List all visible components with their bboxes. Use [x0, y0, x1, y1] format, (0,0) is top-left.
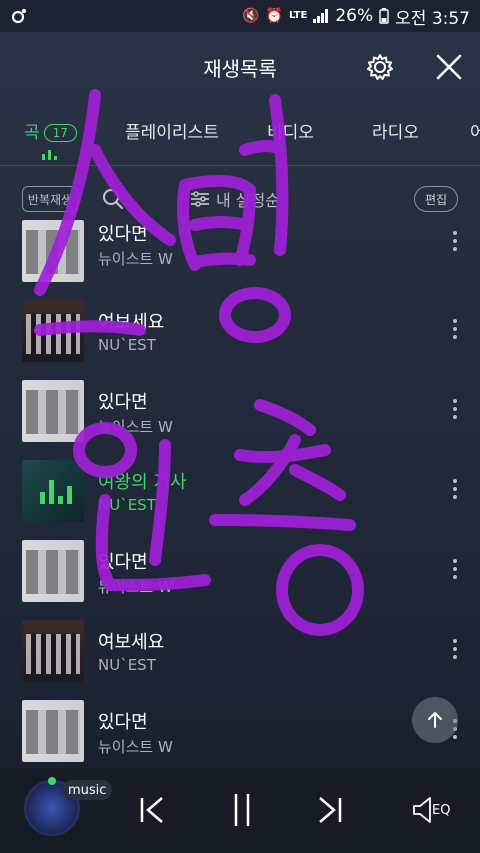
- album-cover: [22, 460, 84, 522]
- status-dot: [48, 777, 56, 785]
- song-title: 있다면: [98, 552, 148, 573]
- list-item-now-playing[interactable]: 여왕의 기사 NU`EST: [0, 450, 480, 530]
- eq-label: EQ: [432, 802, 451, 818]
- list-item[interactable]: 있다면 뉴이스트 W: [0, 370, 480, 450]
- song-artist: NU`EST: [98, 496, 156, 514]
- list-item[interactable]: 여보세요 NU`EST: [0, 290, 480, 370]
- repeat-button[interactable]: 반복재생: [22, 186, 78, 212]
- list-item[interactable]: 있다면 뉴이스트 W: [0, 530, 480, 610]
- song-artist: 뉴이스트 W: [98, 418, 173, 436]
- status-bar: 🔇 ⏰ LTE 26% 오전 3:57: [0, 0, 480, 32]
- speaker-icon: [413, 797, 431, 823]
- more-options-icon[interactable]: [446, 394, 464, 424]
- song-artist: 뉴이스트 W: [98, 738, 173, 756]
- song-artist: 뉴이스트 W: [98, 578, 173, 596]
- mini-player: music EQ: [0, 768, 480, 853]
- playlist-header: 재생목록: [0, 32, 480, 102]
- album-cover: [22, 300, 84, 362]
- song-artist: NU`EST: [98, 656, 156, 674]
- arrow-up-icon: [428, 712, 442, 728]
- playing-bars-icon: [40, 478, 72, 504]
- search-icon[interactable]: [100, 186, 126, 212]
- battery-icon: [379, 8, 389, 24]
- list-item[interactable]: 여보세요 NU`EST: [0, 610, 480, 690]
- song-list: 있다면 뉴이스트 W 여보세요 NU`EST 있다면 뉴이스트 W 여왕의 기사…: [0, 220, 480, 768]
- song-artist: 뉴이스트 W: [98, 250, 173, 268]
- sort-button[interactable]: 내 설정순: [190, 186, 280, 212]
- song-title: 있다면: [98, 712, 148, 733]
- next-track-icon[interactable]: [310, 790, 350, 830]
- more-options-icon[interactable]: [446, 554, 464, 584]
- alarm-icon: ⏰: [265, 8, 283, 24]
- song-title: 여보세요: [98, 312, 165, 333]
- equalizer-button[interactable]: EQ: [412, 790, 462, 830]
- pause-icon[interactable]: [222, 790, 262, 830]
- song-title: 여보세요: [98, 632, 165, 653]
- more-options-icon[interactable]: [446, 634, 464, 664]
- list-item[interactable]: 있다면 뉴이스트 W: [0, 220, 480, 290]
- tab-songs-label: 곡: [24, 123, 40, 143]
- edit-button[interactable]: 편집: [414, 186, 458, 212]
- battery-percent: 26%: [335, 6, 374, 26]
- tab-more[interactable]: 어: [470, 118, 480, 143]
- more-options-icon[interactable]: [446, 474, 464, 504]
- song-title: 여왕의 기사: [98, 472, 187, 493]
- clock: 오전 3:57: [395, 8, 470, 29]
- song-title: 있다면: [98, 392, 148, 413]
- album-cover: [22, 620, 84, 682]
- more-options-icon[interactable]: [446, 314, 464, 344]
- album-cover: [22, 700, 84, 762]
- sort-sliders-icon: [191, 191, 209, 207]
- album-cover: [22, 540, 84, 602]
- music-label: music: [62, 780, 113, 800]
- tab-radio[interactable]: 라디오: [372, 118, 419, 143]
- settings-gear-icon[interactable]: [363, 50, 397, 84]
- song-count-badge: 17: [43, 124, 77, 142]
- signal-icon: [313, 9, 329, 23]
- network-type: LTE: [288, 10, 308, 21]
- album-cover: [22, 220, 84, 282]
- song-title: 있다면: [98, 224, 148, 245]
- tab-songs[interactable]: 곡 17: [24, 118, 77, 143]
- album-cover: [22, 380, 84, 442]
- playlist-tabs: 곡 17 플레이리스트 비디오 라디오 어: [0, 110, 480, 166]
- previous-track-icon[interactable]: [132, 790, 172, 830]
- tab-videos[interactable]: 비디오: [267, 118, 314, 143]
- page-title: 재생목록: [203, 56, 277, 81]
- scroll-to-top-button[interactable]: [412, 697, 458, 743]
- now-playing-indicator-icon: [42, 150, 57, 160]
- app-notification-icon: [11, 9, 26, 24]
- list-toolbar: 반복재생 내 설정순 편집: [0, 180, 480, 220]
- tab-playlists[interactable]: 플레이리스트: [125, 118, 219, 143]
- more-options-icon[interactable]: [446, 226, 464, 256]
- sort-label: 내 설정순: [216, 191, 280, 210]
- close-icon[interactable]: [432, 50, 466, 84]
- mute-icon: 🔇: [242, 8, 260, 24]
- song-artist: NU`EST: [98, 336, 156, 354]
- list-item[interactable]: 있다면 뉴이스트 W: [0, 690, 480, 768]
